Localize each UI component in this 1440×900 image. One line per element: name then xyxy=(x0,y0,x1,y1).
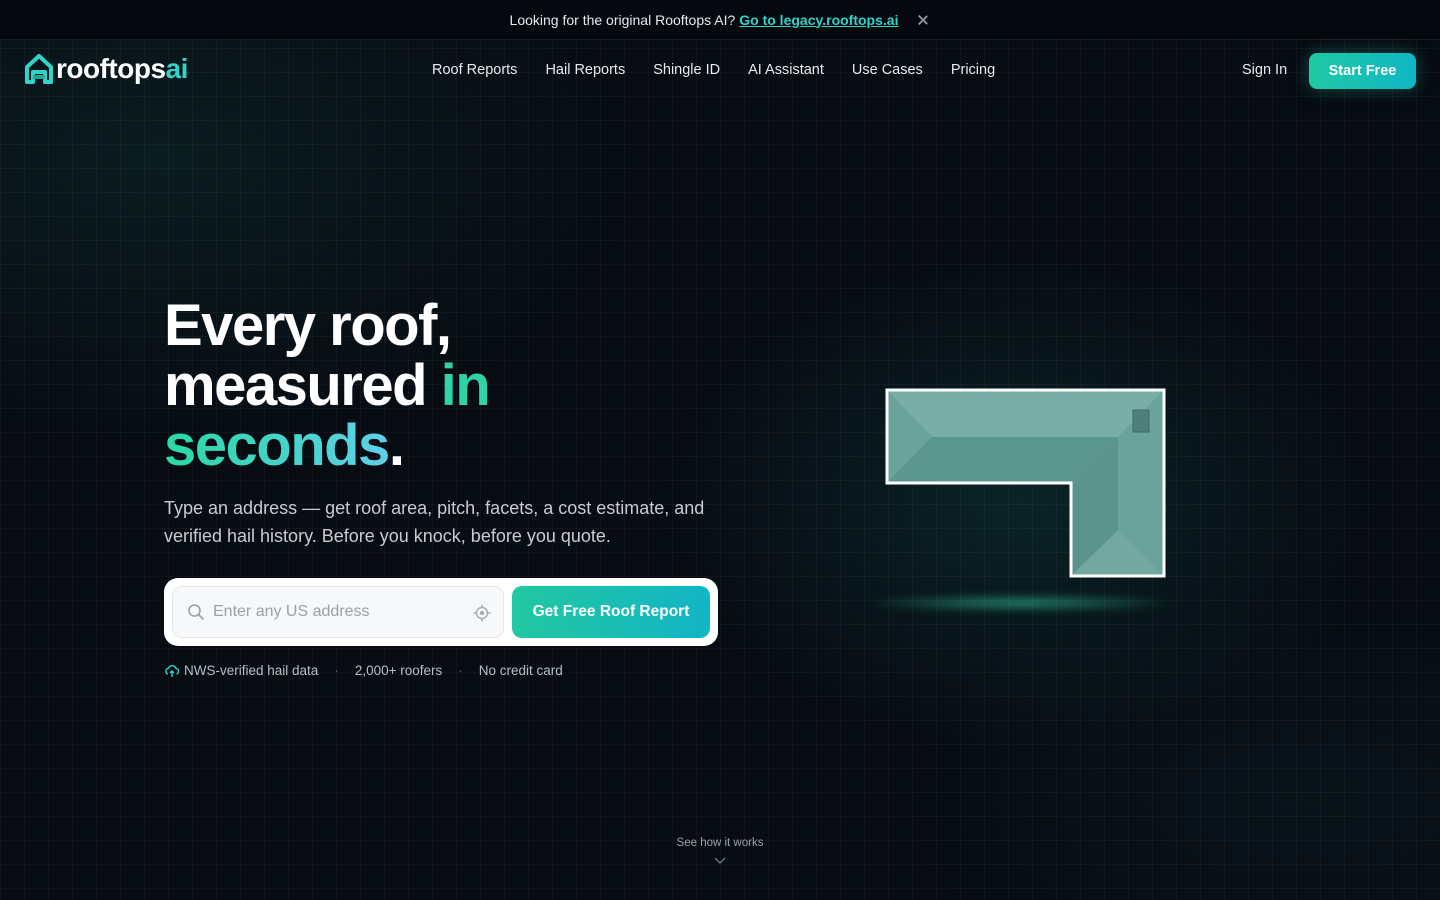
announcement-text: Looking for the original Rooftops AI? xyxy=(509,11,736,28)
trust-separator: · xyxy=(458,663,463,678)
logo-accent: ai xyxy=(165,53,189,84)
nav-hail-reports[interactable]: Hail Reports xyxy=(545,62,625,78)
logo-text: rooftopsai xyxy=(56,53,188,85)
trust-row: NWS-verified hail data · 2,000+ roofers … xyxy=(164,663,563,678)
page: Looking for the original Rooftops AI? Go… xyxy=(0,0,1440,900)
nav-use-cases[interactable]: Use Cases xyxy=(852,62,923,78)
headline-line-1: Every roof, xyxy=(164,293,452,358)
address-search-field[interactable] xyxy=(172,586,504,638)
logo-main: rooftops xyxy=(56,53,166,84)
address-input[interactable] xyxy=(213,603,463,621)
chevron-down-icon[interactable] xyxy=(714,857,726,865)
start-free-button[interactable]: Start Free xyxy=(1309,53,1416,89)
nav-ai-assistant[interactable]: AI Assistant xyxy=(748,62,824,78)
locate-icon[interactable] xyxy=(473,604,491,622)
roof-illustration xyxy=(885,388,1166,578)
nav-links: Roof Reports Hail Reports Shingle ID AI … xyxy=(432,62,1023,78)
search-icon xyxy=(188,604,204,620)
legacy-link[interactable]: Go to legacy.rooftops.ai xyxy=(739,12,898,28)
trust-no-credit-card: No credit card xyxy=(478,663,563,678)
nav-roof-reports[interactable]: Roof Reports xyxy=(432,62,517,78)
cloud-icon xyxy=(165,664,180,677)
house-logo-icon xyxy=(25,54,53,84)
trust-roofers: 2,000+ roofers xyxy=(354,663,443,678)
trust-hail-data: NWS-verified hail data xyxy=(184,663,319,678)
headline-in: in xyxy=(440,353,491,418)
headline-measured: measured xyxy=(164,353,428,418)
headline-period: . xyxy=(388,413,405,478)
navbar: rooftopsai Roof Reports Hail Reports Shi… xyxy=(0,40,1440,102)
nav-shingle-id[interactable]: Shingle ID xyxy=(653,62,720,78)
get-roof-report-button[interactable]: Get Free Roof Report xyxy=(512,586,710,638)
hero-subtitle: Type an address — get roof area, pitch, … xyxy=(164,498,705,546)
close-icon[interactable] xyxy=(916,13,930,27)
trust-separator: · xyxy=(334,663,339,678)
sign-in-link[interactable]: Sign In xyxy=(1242,62,1287,78)
headline-seconds: seconds xyxy=(164,413,390,478)
hero-headline: Every roof, measured in seconds. xyxy=(164,296,724,476)
see-how-it-works[interactable]: See how it works xyxy=(0,837,1440,849)
address-search-card: Get Free Roof Report xyxy=(164,578,718,646)
nav-pricing[interactable]: Pricing xyxy=(951,62,995,78)
logo[interactable]: rooftopsai xyxy=(24,53,188,85)
announcement-bar: Looking for the original Rooftops AI? Go… xyxy=(0,0,1440,40)
